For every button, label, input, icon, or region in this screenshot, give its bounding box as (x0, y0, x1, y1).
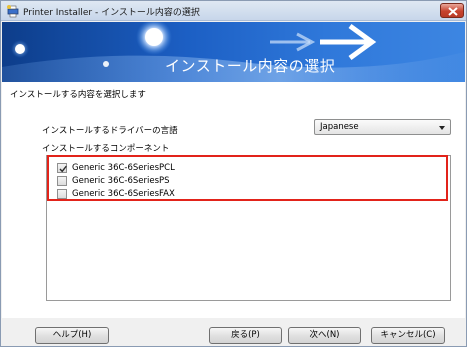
checkmark-icon (59, 165, 67, 173)
main-content: インストールする内容を選択します インストールするドライバーの言語 Japane… (2, 82, 465, 318)
chevron-down-icon (439, 126, 445, 130)
window-title: Printer Installer - インストール内容の選択 (23, 8, 200, 18)
component-label-fax: Generic 36C-6SeriesFAX (72, 189, 175, 199)
button-bar: ヘルプ(H) 戻る(P) 次へ(N) キャンセル(C) (2, 318, 465, 346)
list-item-pcl[interactable]: Generic 36C-6SeriesPCL (57, 162, 175, 174)
installer-window: Printer Installer - インストール内容の選択 インストール内容… (0, 0, 467, 347)
title-bar: Printer Installer - インストール内容の選択 (1, 1, 466, 21)
checkbox-pcl[interactable] (57, 163, 67, 173)
driver-language-label: インストールするドライバーの言語 (42, 126, 178, 136)
banner-title: インストール内容の選択 (165, 57, 336, 75)
driver-language-select[interactable]: Japanese (314, 119, 451, 135)
components-label: インストールするコンポーネント (42, 144, 170, 154)
close-button[interactable] (440, 3, 464, 18)
component-label-ps: Generic 36C-6SeriesPS (72, 176, 170, 186)
list-item-ps[interactable]: Generic 36C-6SeriesPS (57, 175, 170, 187)
next-button[interactable]: 次へ(N) (288, 327, 361, 344)
close-icon (448, 7, 458, 16)
driver-language-value: Japanese (320, 122, 359, 132)
page-subtitle: インストールする内容を選択します (10, 90, 146, 100)
back-button[interactable]: 戻る(P) (209, 327, 282, 344)
header-banner: インストール内容の選択 (2, 22, 465, 82)
printer-app-icon (6, 4, 20, 18)
cancel-button[interactable]: キャンセル(C) (371, 327, 445, 344)
component-label-pcl: Generic 36C-6SeriesPCL (72, 163, 175, 173)
list-item-fax[interactable]: Generic 36C-6SeriesFAX (57, 188, 175, 200)
components-list[interactable]: Generic 36C-6SeriesPCL Generic 36C-6Seri… (46, 155, 451, 301)
checkbox-fax[interactable] (57, 189, 67, 199)
help-button[interactable]: ヘルプ(H) (35, 327, 109, 344)
checkbox-ps[interactable] (57, 176, 67, 186)
